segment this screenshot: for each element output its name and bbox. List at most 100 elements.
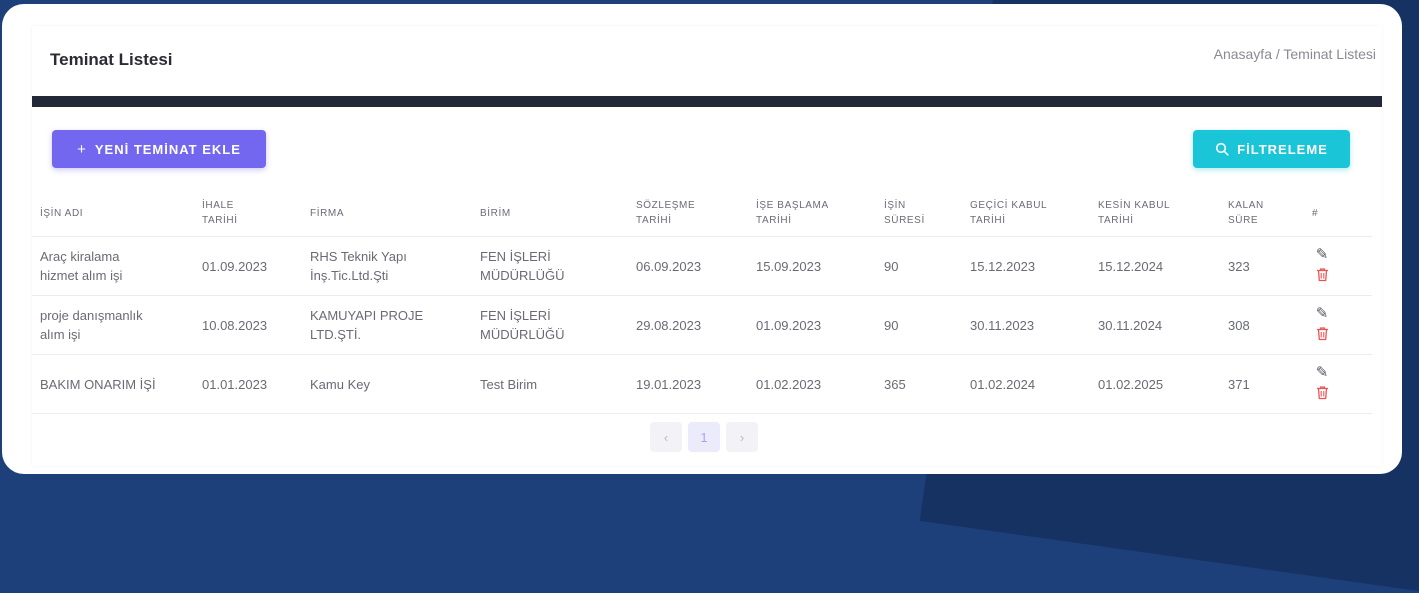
page-1-button[interactable]: 1 <box>688 422 720 452</box>
column-header-label: İHALE <box>202 200 234 211</box>
column-header-label: TARİHİ <box>970 215 1006 226</box>
cell-text: 365 <box>884 376 906 392</box>
cell-text: 01.09.2023 <box>756 317 822 333</box>
column-header-label: KALAN <box>1228 200 1264 211</box>
table-cell: 01.09.2023 <box>748 295 876 355</box>
column-header-label: İŞE BAŞLAMA <box>756 200 829 211</box>
column-header-label: # <box>1312 207 1319 219</box>
column-header-label: İŞİN <box>884 200 906 211</box>
cell-text: 10.08.2023 <box>202 317 268 333</box>
column-header-label: SÜRE <box>1228 215 1259 226</box>
content-card: Teminat Listesi Anasayfa / Teminat Liste… <box>2 4 1402 474</box>
table-cell: 06.09.2023 <box>628 236 748 296</box>
cell-text: LTD.ŞTİ. <box>310 327 362 342</box>
column-header-label: TARİHİ <box>636 215 672 226</box>
cell-text: 308 <box>1228 317 1250 333</box>
column-header[interactable]: GEÇİCİ KABUL TARİHİ <box>962 190 1090 237</box>
table-cell: 15.12.2024 <box>1090 236 1220 296</box>
cell-text: BAKIM ONARIM İŞİ <box>40 376 156 392</box>
cell-text: 15.12.2024 <box>1098 258 1164 274</box>
cell-text: 90 <box>884 258 899 274</box>
cell-text: 01.02.2025 <box>1098 376 1164 392</box>
column-header-label: TARİHİ <box>1098 215 1134 226</box>
filter-button[interactable]: FİLTRELEME <box>1193 130 1350 168</box>
column-header[interactable]: İŞİN ADI <box>32 190 194 237</box>
breadcrumb[interactable]: Anasayfa / Teminat Listesi <box>1214 46 1376 62</box>
table-cell: 15.12.2023 <box>962 236 1090 296</box>
table-cell: 15.09.2023 <box>748 236 876 296</box>
cell-text: MÜDÜRLÜĞÜ <box>480 268 565 283</box>
edit-icon[interactable]: ✎ <box>1316 246 1329 263</box>
cell-text: KAMUYAPI PROJE <box>310 308 424 323</box>
column-header[interactable]: İŞE BAŞLAMA TARİHİ <box>748 190 876 237</box>
table-cell: 01.02.2025 <box>1090 354 1220 414</box>
row-actions: ✎ <box>1312 305 1332 345</box>
cell-text: 01.02.2023 <box>756 376 822 392</box>
cell-text: FEN İŞLERİ <box>480 308 551 323</box>
row-actions: ✎ <box>1312 364 1332 404</box>
actions-cell: ✎ <box>1304 354 1372 414</box>
edit-icon[interactable]: ✎ <box>1316 305 1329 322</box>
table-cell: 01.09.2023 <box>194 236 302 296</box>
header-divider-bar <box>32 96 1382 107</box>
page-title: Teminat Listesi <box>50 50 173 69</box>
trash-icon[interactable] <box>1316 326 1329 345</box>
cell-text: 371 <box>1228 376 1250 392</box>
cell-text: 90 <box>884 317 899 333</box>
column-header[interactable]: SÖZLEŞME TARİHİ <box>628 190 748 237</box>
table-cell: FEN İŞLERİ MÜDÜRLÜĞÜ <box>472 295 628 355</box>
cell-text: 30.11.2024 <box>1098 317 1163 333</box>
table-cell: Kamu Key <box>302 354 472 414</box>
table-cell: 365 <box>876 354 962 414</box>
cell-text: İnş.Tic.Ltd.Şti <box>310 268 389 283</box>
prev-page-button[interactable]: ‹ <box>650 422 682 452</box>
trash-icon[interactable] <box>1316 385 1329 404</box>
column-header[interactable]: KALAN SÜRE <box>1220 190 1304 237</box>
table-cell: 01.02.2023 <box>748 354 876 414</box>
cell-text: 01.01.2023 <box>202 376 268 392</box>
cell-text: 01.02.2024 <box>970 376 1036 392</box>
table-cell: FEN İŞLERİ MÜDÜRLÜĞÜ <box>472 236 628 296</box>
table-cell: 90 <box>876 236 962 296</box>
column-header[interactable]: İŞİN SÜRESİ <box>876 190 962 237</box>
table-cell: 308 <box>1220 295 1304 355</box>
column-header[interactable]: FİRMA <box>302 190 472 237</box>
column-header-label: İŞİN ADI <box>40 207 84 219</box>
cell-text: hizmet alım işi <box>40 268 123 283</box>
table-cell: KAMUYAPI PROJE LTD.ŞTİ. <box>302 295 472 355</box>
actions-cell: ✎ <box>1304 236 1372 296</box>
cell-text: 15.12.2023 <box>970 258 1036 274</box>
next-page-button[interactable]: › <box>726 422 758 452</box>
cell-text: proje danışmanlık <box>40 308 143 323</box>
cell-text: FEN İŞLERİ <box>480 249 551 264</box>
table-cell: 19.01.2023 <box>628 354 748 414</box>
cell-text: 30.11.2023 <box>970 317 1035 333</box>
trash-icon[interactable] <box>1316 267 1329 286</box>
table-row: BAKIM ONARIM İŞİ 01.01.2023 Kamu Key Test B… <box>32 354 1372 414</box>
table-cell: 90 <box>876 295 962 355</box>
column-header-label: TARİHİ <box>202 215 238 226</box>
row-actions: ✎ <box>1312 246 1332 286</box>
column-header[interactable]: KESİN KABUL TARİHİ <box>1090 190 1220 237</box>
cell-text: 19.01.2023 <box>636 376 702 392</box>
cell-text: Araç kiralama <box>40 249 120 264</box>
column-header[interactable]: İHALE TARİHİ <box>194 190 302 237</box>
table-cell: proje danışmanlık alım işi <box>32 295 194 355</box>
page-header: Teminat Listesi Anasayfa / Teminat Liste… <box>32 26 1382 96</box>
cell-text: Kamu Key <box>310 376 370 392</box>
table-cell: 30.11.2024 <box>1090 295 1220 355</box>
column-header-label: KESİN KABUL <box>1098 200 1171 211</box>
table-cell: 323 <box>1220 236 1304 296</box>
table-row: proje danışmanlık alım işi 10.08.2023 KAMUY… <box>32 295 1372 355</box>
teminat-panel: Teminat Listesi Anasayfa / Teminat Liste… <box>32 26 1382 466</box>
column-header[interactable]: BİRİM <box>472 190 628 237</box>
edit-icon[interactable]: ✎ <box>1316 364 1329 381</box>
column-header-label: BİRİM <box>480 207 511 219</box>
column-header-label: SÖZLEŞME <box>636 200 696 211</box>
cell-text: 06.09.2023 <box>636 258 702 274</box>
add-teminat-button[interactable]: + YENİ TEMİNAT EKLE <box>52 130 266 168</box>
column-header[interactable]: # <box>1304 190 1372 237</box>
add-teminat-label: YENİ TEMİNAT EKLE <box>94 141 241 157</box>
teminat-table: İŞİN ADI İHALE TARİHİ FİRMA BİRİM SÖZLEŞME TAR… <box>32 190 1372 414</box>
table-cell: 01.01.2023 <box>194 354 302 414</box>
